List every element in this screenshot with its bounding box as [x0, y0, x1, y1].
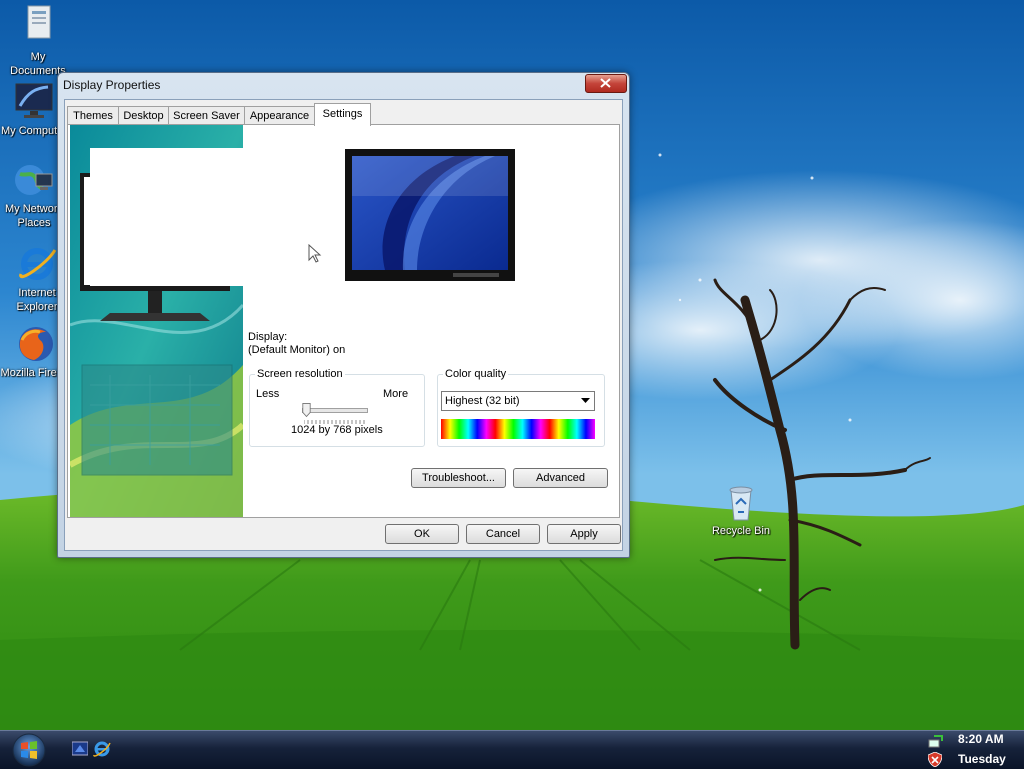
chevron-down-icon	[581, 398, 590, 403]
color-spectrum-bar	[441, 419, 595, 439]
tab-screen-saver[interactable]: Screen Saver	[168, 106, 245, 125]
start-button[interactable]	[11, 732, 47, 768]
settings-panel: Display: (Default Monitor) on Screen res…	[67, 124, 620, 518]
ie-quicklaunch-icon[interactable]	[93, 740, 111, 758]
window-title: Display Properties	[63, 78, 161, 92]
resolution-slider-thumb[interactable]	[302, 402, 311, 418]
color-quality-legend: Color quality	[445, 368, 507, 380]
ie-icon	[19, 248, 57, 280]
clock-time[interactable]: 8:20 AM	[958, 732, 1004, 746]
ok-button[interactable]: OK	[385, 524, 459, 544]
tab-themes[interactable]: Themes	[67, 106, 119, 125]
color-quality-selected: Highest (32 bit)	[445, 395, 520, 407]
network-icon	[15, 165, 53, 195]
apply-button[interactable]: Apply	[547, 524, 621, 544]
network-tray-icon[interactable]	[928, 735, 944, 749]
desktop-icon-label: Recycle Bin	[711, 525, 771, 537]
screen-resolution-group: Screen resolution Less More 1024 by 768 …	[249, 368, 425, 447]
firefox-icon	[19, 327, 53, 361]
blank-preview-region	[90, 148, 244, 286]
color-quality-dropdown[interactable]: Highest (32 bit)	[441, 391, 595, 411]
desktop-icon-recycle-bin[interactable]: Recycle Bin	[703, 482, 779, 538]
computer-icon	[15, 83, 53, 118]
display-label: Display:	[248, 331, 288, 343]
resolution-slider-track[interactable]	[302, 408, 368, 413]
security-shield-icon[interactable]	[928, 752, 942, 767]
cancel-button[interactable]: Cancel	[466, 524, 540, 544]
recycle-bin-icon	[729, 486, 753, 521]
resolution-more-label: More	[383, 388, 409, 400]
resolution-less-label: Less	[256, 388, 280, 400]
troubleshoot-button[interactable]: Troubleshoot...	[411, 468, 506, 488]
mouse-cursor-icon	[308, 244, 322, 263]
window-titlebar[interactable]: Display Properties	[58, 73, 629, 97]
folder-icon	[27, 5, 51, 39]
show-desktop-icon[interactable]	[72, 741, 88, 757]
close-icon	[600, 78, 611, 88]
display-properties-window: Display Properties Themes Desktop Screen…	[57, 72, 630, 558]
tab-settings[interactable]: Settings	[314, 103, 371, 126]
window-client-area: Themes Desktop Screen Saver Appearance S…	[64, 99, 623, 551]
close-button[interactable]	[585, 74, 627, 93]
resolution-value: 1024 by 768 pixels	[291, 424, 383, 436]
monitor-preview	[345, 149, 515, 281]
taskbar: 8:20 AM Tuesday	[0, 730, 1024, 769]
advanced-button[interactable]: Advanced	[513, 468, 608, 488]
screen-resolution-legend: Screen resolution	[257, 368, 343, 380]
tab-appearance[interactable]: Appearance	[244, 106, 315, 125]
display-value: (Default Monitor) on	[248, 344, 346, 356]
clock-day[interactable]: Tuesday	[958, 752, 1006, 766]
color-quality-group: Color quality Highest (32 bit)	[437, 368, 605, 447]
tab-desktop[interactable]: Desktop	[118, 106, 169, 125]
desktop-icon-my-documents[interactable]: My Documents	[0, 2, 76, 78]
